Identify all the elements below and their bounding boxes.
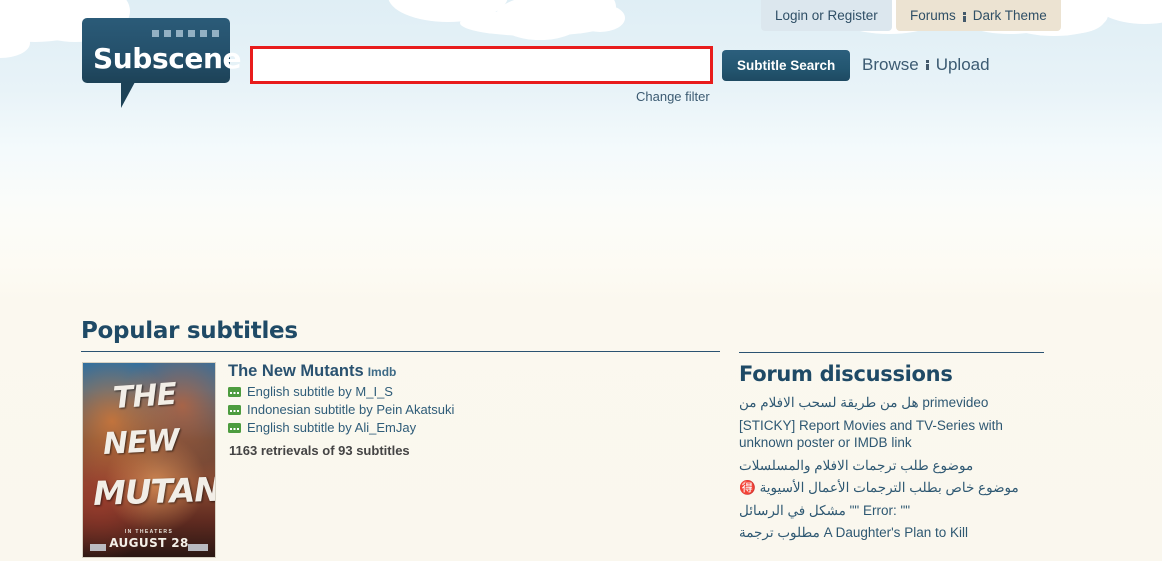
forum-discussions-heading: Forum discussions xyxy=(739,362,953,386)
poster-word-new: NEW xyxy=(102,423,179,462)
vertical-dots-icon xyxy=(963,11,966,24)
list-item[interactable]: English subtitle by Ali_EmJay xyxy=(228,420,708,435)
poster-word-the: THE xyxy=(112,377,177,416)
popular-section-divider xyxy=(81,351,720,352)
search-form xyxy=(252,48,711,82)
change-filter-link[interactable]: Change filter xyxy=(636,89,710,104)
list-item[interactable]: 🉐 موضوع خاص بطلب الترجمات الأعمال الأسيو… xyxy=(739,479,1049,497)
subtitle-flag-icon xyxy=(228,387,241,397)
movie-info-block: The New Mutants Imdb English subtitle by … xyxy=(228,362,708,458)
upload-link[interactable]: Upload xyxy=(936,55,990,74)
top-bar: Login or Register Forums Dark Theme xyxy=(0,0,1162,31)
poster-word-mutants: MUTANTS xyxy=(92,468,216,513)
poster-studio-badge xyxy=(188,544,208,551)
popular-subtitles-heading: Popular subtitles xyxy=(81,318,298,344)
login-register-link[interactable]: Login or Register xyxy=(775,8,878,23)
forum-section-divider xyxy=(739,352,1044,353)
logo-tail-shape xyxy=(121,82,147,108)
retrievals-count: 1163 retrievals of 93 subtitles xyxy=(229,443,708,458)
forums-link[interactable]: Forums xyxy=(910,8,956,23)
list-item[interactable]: مشكل في الرسائل "" Error: "" xyxy=(739,502,1049,520)
logo-dots-icon xyxy=(152,30,219,37)
main-nav: Browse Upload xyxy=(862,55,990,75)
list-item[interactable]: هل من طريقة لسحب الافلام من primevideo xyxy=(739,394,1049,412)
list-item[interactable]: [STICKY] Report Movies and TV-Series wit… xyxy=(739,417,1049,452)
list-item[interactable]: موضوع طلب ترجمات الافلام والمسلسلات xyxy=(739,457,1049,475)
page-content: Popular subtitles THE NEW MUTANTS IN THE… xyxy=(0,0,1162,561)
subtitle-link[interactable]: Indonesian subtitle by Pein Akatsuki xyxy=(247,402,454,417)
movie-poster[interactable]: THE NEW MUTANTS IN THEATERS AUGUST 28 xyxy=(82,362,216,558)
list-item[interactable]: Indonesian subtitle by Pein Akatsuki xyxy=(228,402,708,417)
forums-theme-box: Forums Dark Theme xyxy=(896,0,1061,31)
subtitle-search-button[interactable]: Subtitle Search xyxy=(722,50,850,81)
subtitle-flag-icon xyxy=(228,423,241,433)
logo-text: Subscene xyxy=(93,42,241,75)
imdb-link[interactable]: Imdb xyxy=(368,365,397,379)
list-item[interactable]: English subtitle by M_I_S xyxy=(228,384,708,399)
search-input[interactable] xyxy=(252,48,711,82)
poster-tagline: IN THEATERS xyxy=(83,529,215,535)
vertical-dots-icon xyxy=(926,59,929,72)
dark-theme-link[interactable]: Dark Theme xyxy=(973,8,1047,23)
forum-discussions-list: هل من طريقة لسحب الافلام من primevideo [… xyxy=(739,394,1049,547)
subtitle-link[interactable]: English subtitle by Ali_EmJay xyxy=(247,420,416,435)
list-item[interactable]: مطلوب ترجمة A Daughter's Plan to Kill xyxy=(739,524,1049,542)
subtitle-link[interactable]: English subtitle by M_I_S xyxy=(247,384,393,399)
movie-title-link[interactable]: The New Mutants xyxy=(228,362,364,380)
poster-rating-badge xyxy=(90,544,106,551)
movie-title-row: The New Mutants Imdb xyxy=(228,362,708,381)
subtitle-flag-icon xyxy=(228,405,241,415)
login-register-box[interactable]: Login or Register xyxy=(761,0,892,31)
browse-link[interactable]: Browse xyxy=(862,55,919,74)
